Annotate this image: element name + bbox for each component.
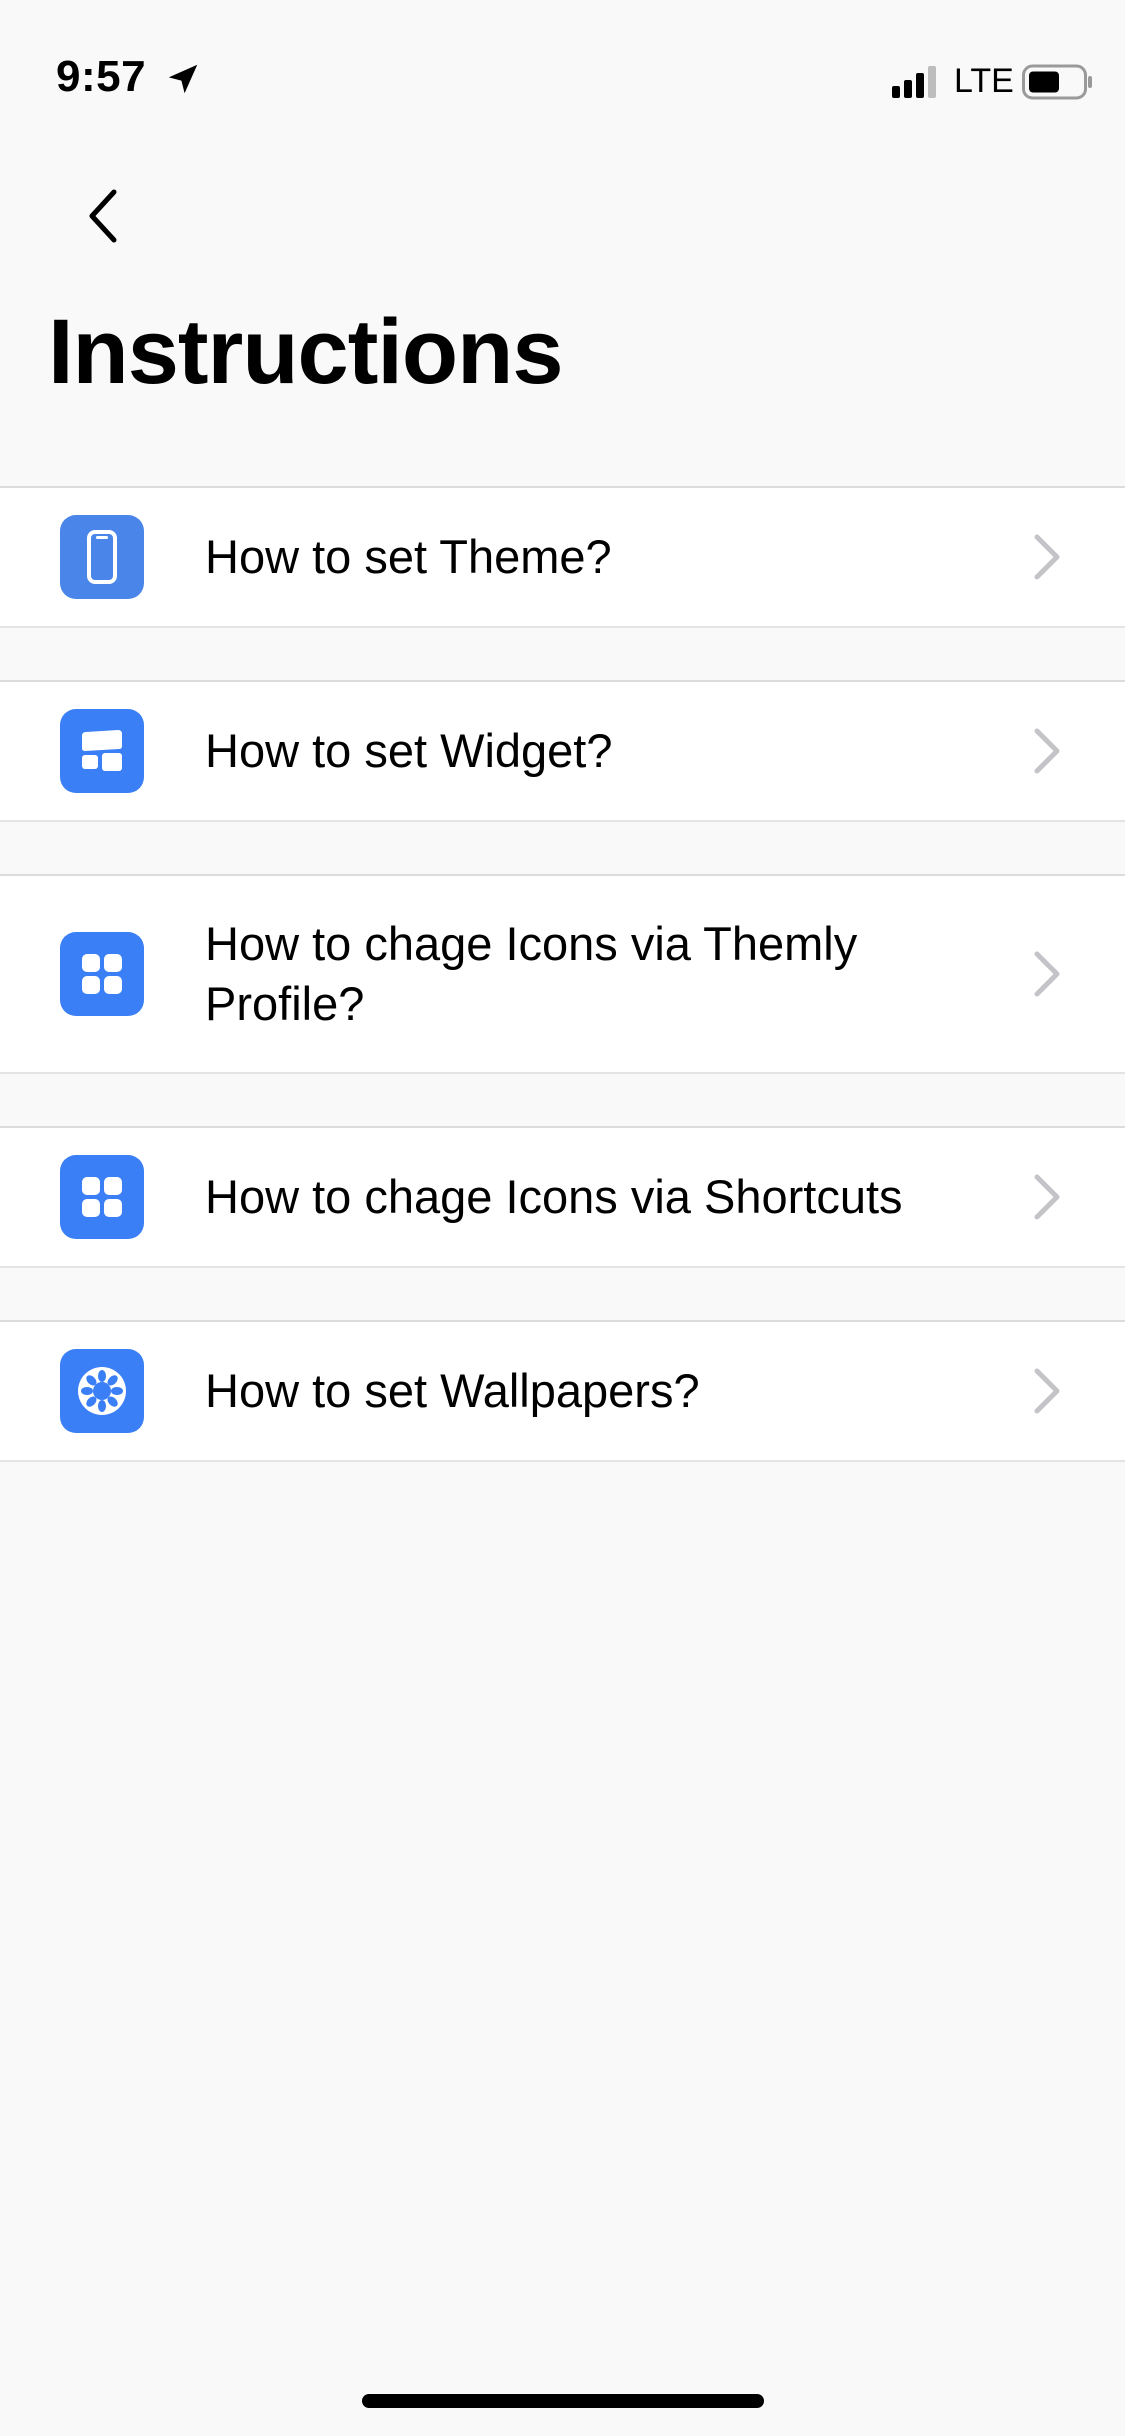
phone-theme-icon	[60, 515, 144, 599]
list-item-set-wallpapers[interactable]: How to set Wallpapers?	[0, 1320, 1125, 1462]
chevron-right-icon	[1034, 534, 1060, 580]
chevron-right-icon	[1034, 728, 1060, 774]
instructions-list: How to set Theme? How to set Widget? How…	[0, 486, 1125, 1514]
list-item-set-theme[interactable]: How to set Theme?	[0, 486, 1125, 628]
list-item-label: How to chage Icons via Shortcuts	[205, 1170, 903, 1223]
list-item-icons-shortcuts[interactable]: How to chage Icons via Shortcuts	[0, 1126, 1125, 1268]
chevron-left-icon	[89, 189, 117, 243]
location-arrow-icon	[168, 64, 198, 94]
network-type-label: LTE	[954, 62, 1014, 100]
home-indicator[interactable]	[362, 2394, 764, 2408]
list-item-label: How to set Theme?	[205, 530, 612, 583]
back-button[interactable]	[70, 180, 134, 252]
list-item-set-widget[interactable]: How to set Widget?	[0, 680, 1125, 822]
widget-icon	[60, 709, 144, 793]
battery-icon	[1022, 64, 1092, 100]
status-bar: 9:57 LTE	[0, 0, 1125, 150]
status-time: 9:57	[56, 52, 147, 101]
app-grid-icon	[60, 1155, 144, 1239]
chevron-right-icon	[1034, 1174, 1060, 1220]
chevron-right-icon	[1034, 951, 1060, 997]
page-title: Instructions	[48, 301, 563, 403]
cellular-signal-icon	[892, 66, 936, 98]
chevron-right-icon	[1034, 1368, 1060, 1414]
list-item-label: How to set Wallpapers?	[205, 1364, 700, 1417]
list-item-icons-themly-profile[interactable]: How to chage Icons via Themly Profile?	[0, 874, 1125, 1074]
list-item-label: How to chage Icons via Themly Profile?	[205, 917, 858, 1030]
app-grid-icon	[60, 932, 144, 1016]
wallpaper-flower-icon	[60, 1349, 144, 1433]
list-item-label: How to set Widget?	[205, 724, 613, 777]
